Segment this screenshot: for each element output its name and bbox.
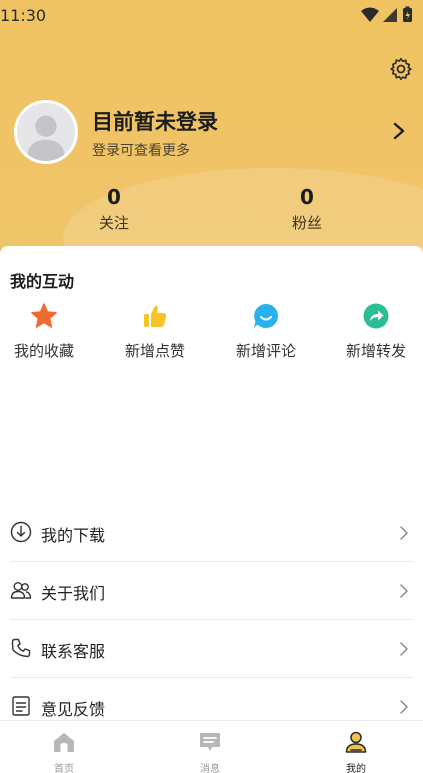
share-icon — [363, 303, 389, 329]
stat-followers[interactable]: 0 粉丝 — [247, 184, 367, 233]
nav-me[interactable]: 我的 — [316, 730, 396, 773]
thumbs-up-icon — [144, 305, 167, 327]
chevron-right-icon — [400, 642, 408, 656]
nav-home[interactable]: 首页 — [24, 730, 104, 773]
login-subtitle: 登录可查看更多 — [92, 143, 190, 159]
menu-item-label: 我的下载 — [41, 526, 106, 545]
menu-item-label: 联系客服 — [41, 642, 106, 661]
stat-followers-value: 0 — [300, 185, 314, 209]
phone-icon — [11, 638, 31, 658]
menu-item-label: 关于我们 — [41, 584, 106, 603]
interaction-shares[interactable]: 新增转发 — [326, 302, 423, 361]
content-card: 我的互动 我的收藏 新增点赞 新增评论 新增转发 我的下载 关于我们 联系客服 … — [0, 246, 423, 720]
stat-following-value: 0 — [107, 185, 121, 209]
message-icon — [200, 733, 220, 751]
menu-item-support[interactable]: 联系客服 — [0, 620, 423, 678]
comment-icon — [254, 304, 278, 328]
feedback-icon — [12, 696, 30, 716]
interaction-label: 新增点赞 — [124, 342, 185, 360]
download-icon — [10, 521, 32, 543]
interaction-comments[interactable]: 新增评论 — [216, 302, 316, 361]
interaction-label: 我的收藏 — [13, 342, 74, 360]
interaction-likes[interactable]: 新增点赞 — [105, 302, 205, 361]
status-bar: 11:30 — [0, 0, 423, 30]
nav-messages[interactable]: 消息 — [170, 730, 250, 773]
bottom-nav: 首页 消息 我的 — [0, 720, 423, 773]
chevron-right-icon — [400, 584, 408, 598]
users-icon — [10, 582, 32, 599]
signal-icon — [383, 8, 397, 22]
star-icon — [31, 303, 57, 328]
wifi-icon — [361, 7, 379, 22]
profile-header: 11:30 目前暂未登录 登录可查看更多 0 关注 0 粉丝 — [0, 0, 423, 262]
home-icon — [54, 733, 74, 752]
chevron-right-icon[interactable] — [388, 120, 410, 142]
chevron-right-icon — [400, 526, 408, 540]
chevron-right-icon — [400, 700, 408, 714]
login-title[interactable]: 目前暂未登录 — [92, 106, 218, 136]
interaction-favorites[interactable]: 我的收藏 — [0, 302, 94, 361]
nav-label: 我的 — [346, 764, 366, 773]
settings-gear-icon[interactable] — [388, 56, 414, 82]
avatar[interactable] — [14, 100, 78, 164]
status-time: 11:30 — [0, 6, 47, 25]
nav-label: 消息 — [200, 764, 220, 773]
menu-item-downloads[interactable]: 我的下载 — [0, 504, 423, 562]
stat-followers-label: 粉丝 — [291, 214, 322, 232]
nav-label: 首页 — [54, 764, 74, 773]
status-icons — [359, 6, 419, 24]
interaction-label: 新增转发 — [345, 342, 406, 360]
stat-following[interactable]: 0 关注 — [54, 184, 174, 233]
menu-item-about[interactable]: 关于我们 — [0, 562, 423, 620]
battery-icon — [403, 6, 412, 22]
menu-item-label: 意见反馈 — [41, 700, 106, 719]
profile-icon — [345, 731, 367, 753]
interaction-label: 新增评论 — [235, 342, 296, 360]
stat-following-label: 关注 — [98, 214, 129, 232]
section-title: 我的互动 — [10, 272, 75, 291]
